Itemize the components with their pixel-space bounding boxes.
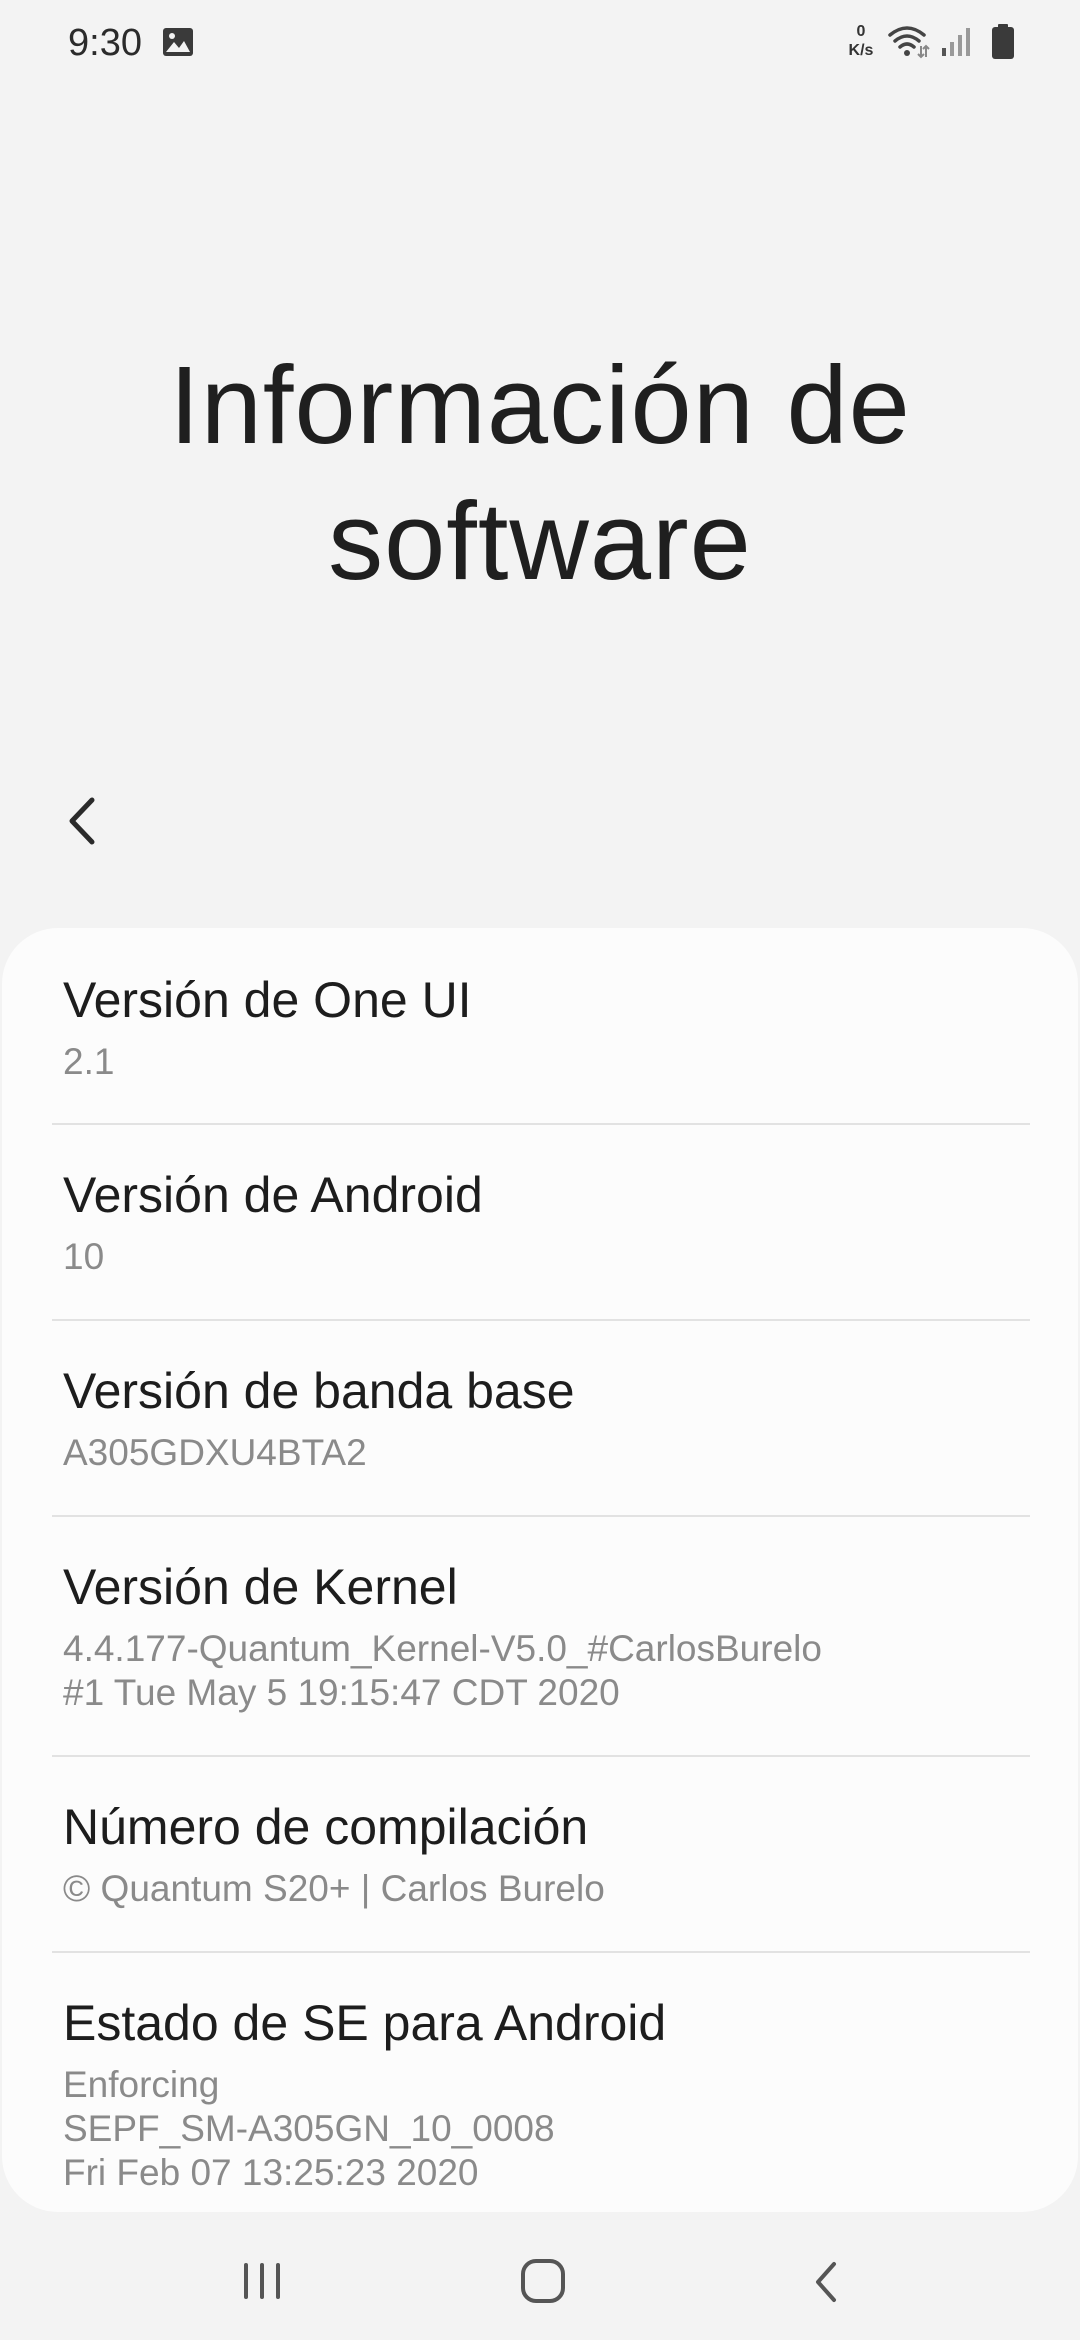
item-value: 10 (63, 1236, 105, 1277)
item-title: Versión de banda base (63, 1363, 575, 1419)
list-item-one-ui-version[interactable]: Versión de One UI 2.1 (2, 928, 1078, 1124)
home-icon[interactable] (518, 2256, 568, 2306)
item-value: Enforcing SEPF_SM-A305GN_10_0008 Fri Feb… (63, 2064, 555, 2193)
page-title-line2: software (328, 480, 752, 603)
battery-icon (992, 24, 1014, 59)
wifi-icon (888, 26, 930, 59)
item-value: 2.1 (63, 1041, 115, 1082)
item-title: Versión de One UI (63, 972, 472, 1028)
list-item-kernel-version[interactable]: Versión de Kernel 4.4.177-Quantum_Kernel… (2, 1517, 1078, 1757)
image-icon (163, 28, 193, 56)
navigation-bar (0, 2214, 1080, 2340)
page-title: Información de software (0, 338, 1080, 610)
page-title-line1: Información de (169, 344, 911, 467)
list-item-se-android-status[interactable]: Estado de SE para Android Enforcing SEPF… (2, 1953, 1078, 2212)
network-speed-value: 0 (856, 23, 866, 40)
signal-icon (942, 28, 970, 56)
list-item-android-version[interactable]: Versión de Android 10 (2, 1125, 1078, 1321)
network-speed-indicator: 0 K/s (842, 22, 880, 60)
network-speed-unit: K/s (848, 42, 874, 59)
recents-icon[interactable] (236, 2258, 288, 2304)
item-title: Estado de SE para Android (63, 1995, 667, 2051)
list-item-build-number[interactable]: Número de compilación © Quantum S20+ | C… (2, 1757, 1078, 1953)
item-value: © Quantum S20+ | Carlos Burelo (63, 1868, 605, 1909)
back-button[interactable] (56, 790, 110, 852)
item-title: Versión de Android (63, 1167, 483, 1223)
software-info-card: Versión de One UI 2.1 Versión de Android… (2, 928, 1078, 2212)
item-value: A305GDXU4BTA2 (63, 1432, 367, 1473)
item-value: 4.4.177-Quantum_Kernel-V5.0_#CarlosBurel… (63, 1628, 822, 1713)
back-icon[interactable] (806, 2258, 846, 2306)
item-title: Versión de Kernel (63, 1559, 458, 1615)
list-item-baseband-version[interactable]: Versión de banda base A305GDXU4BTA2 (2, 1321, 1078, 1517)
item-title: Número de compilación (63, 1799, 589, 1855)
status-time: 9:30 (68, 22, 142, 64)
status-bar: 9:30 0 K/s (0, 0, 1080, 84)
